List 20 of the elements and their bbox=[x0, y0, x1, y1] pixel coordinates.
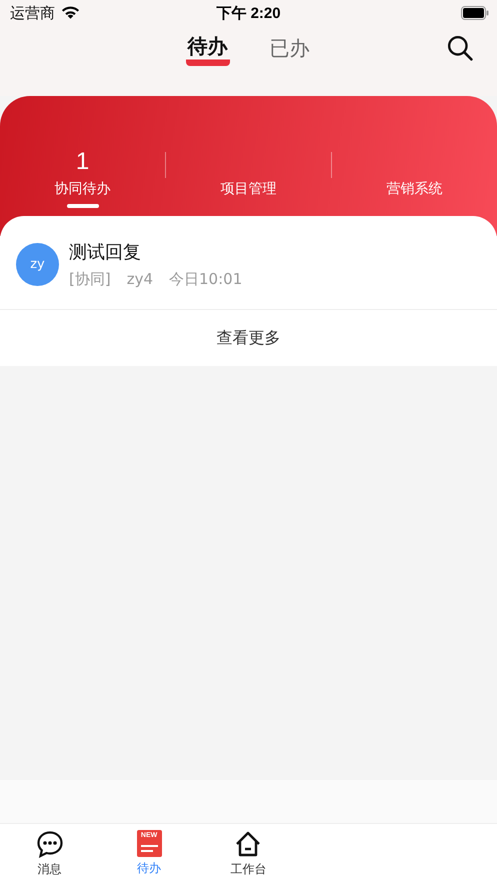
category-count: 1 bbox=[76, 150, 90, 174]
battery-icon bbox=[461, 6, 489, 20]
tab-label[interactable]: 待办 bbox=[137, 860, 162, 877]
home-icon[interactable] bbox=[234, 830, 262, 858]
item-sender: zy4 bbox=[126, 270, 154, 289]
category-tab[interactable]: 协同待办 bbox=[54, 180, 110, 198]
category-tab[interactable]: 项目管理 bbox=[220, 180, 276, 198]
tab-label[interactable]: 工作台 bbox=[230, 860, 266, 878]
status-time: 下午 2:20 bbox=[216, 4, 281, 22]
item-title[interactable]: 测试回复 bbox=[69, 240, 242, 264]
chat-bubble-icon[interactable] bbox=[36, 830, 64, 858]
item-tag: [协同] bbox=[69, 270, 111, 289]
category-tab[interactable]: 营销系统 bbox=[386, 180, 442, 198]
avatar: zy bbox=[16, 243, 59, 286]
carrier-name: 运营商 bbox=[10, 4, 55, 22]
item-time: 今日10:01 bbox=[169, 270, 242, 289]
wifi-icon bbox=[61, 6, 80, 20]
search-icon[interactable] bbox=[447, 35, 473, 61]
header-tab[interactable]: 已办 bbox=[268, 30, 312, 66]
tab-label[interactable]: 消息 bbox=[38, 860, 62, 878]
